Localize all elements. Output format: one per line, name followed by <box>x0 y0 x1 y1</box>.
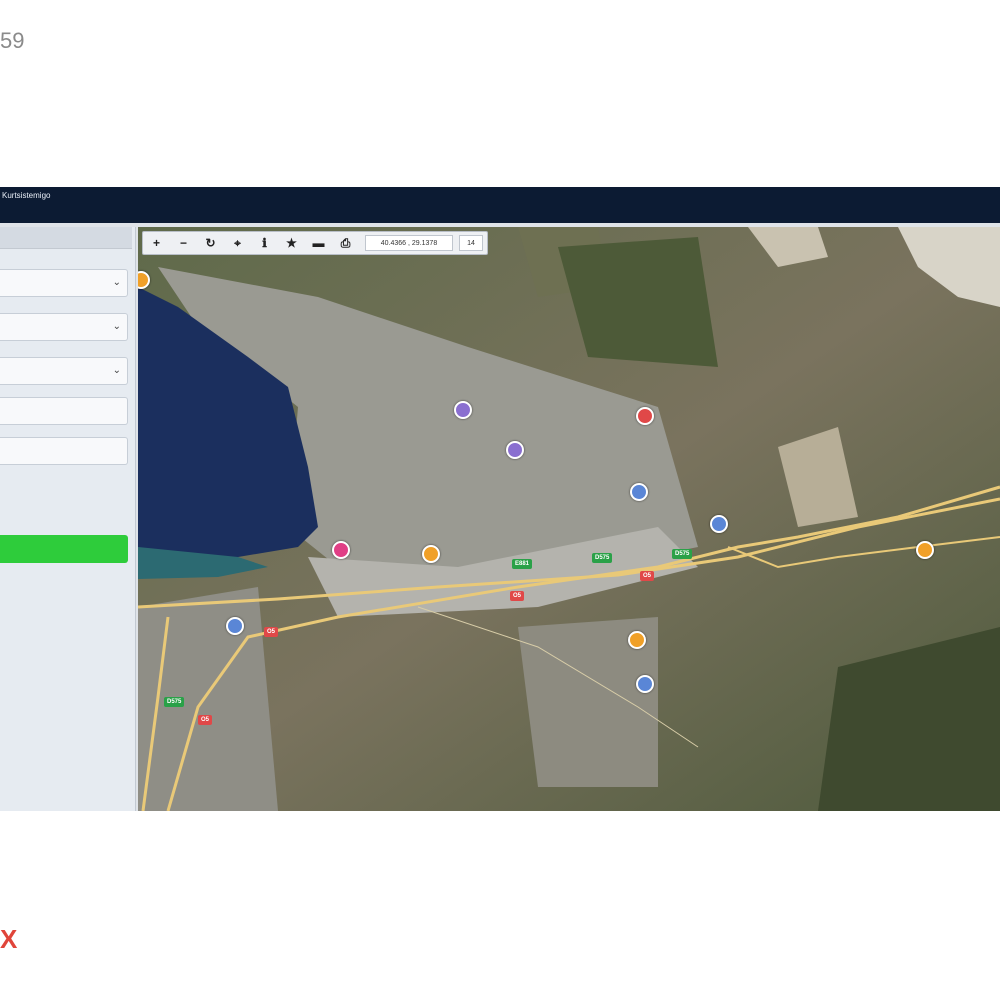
sidebar-header <box>0 227 132 249</box>
road-shield: D575 <box>592 553 613 563</box>
sidebar-select-3[interactable]: ⌄ <box>0 357 128 385</box>
info-icon[interactable]: ℹ <box>251 232 278 254</box>
map-view[interactable]: D575 D575 E881 O5 O5 O5 D575 O5 + − ↻ ⌖ … <box>138 227 1000 811</box>
map-toolbar: + − ↻ ⌖ ℹ ★ ▬ ⎙ 40.4366 , 29.1378 14 <box>142 231 488 255</box>
poi-marker-purple[interactable] <box>454 401 472 419</box>
screenshot-canvas: 59 Kurtsistemigo ⌄ ⌄ ⌄ D575 D575 E881 O5… <box>0 0 1000 1000</box>
road-shield: D575 <box>672 549 693 559</box>
refresh-icon[interactable]: ↻ <box>197 232 224 254</box>
corner-number: 59 <box>0 28 25 53</box>
poi-marker-orange[interactable] <box>916 541 934 559</box>
zoom-out-icon[interactable]: − <box>170 232 197 254</box>
sidebar-select-1[interactable]: ⌄ <box>0 269 128 297</box>
poi-marker-blue[interactable] <box>636 675 654 693</box>
sidebar-input-2[interactable] <box>0 437 128 465</box>
locate-icon[interactable]: ⌖ <box>224 232 251 254</box>
poi-marker-orange[interactable] <box>628 631 646 649</box>
coordinates-display: 40.4366 , 29.1378 <box>365 235 453 251</box>
satellite-map <box>138 227 1000 811</box>
measure-icon[interactable]: ▬ <box>305 232 332 254</box>
road-shield: O5 <box>264 627 279 637</box>
corner-mark: X <box>0 924 18 954</box>
chevron-down-icon: ⌄ <box>112 321 121 332</box>
road-shield: E881 <box>512 559 533 569</box>
poi-marker-blue[interactable] <box>226 617 244 635</box>
app-window: Kurtsistemigo ⌄ ⌄ ⌄ D575 D575 E881 O5 O5… <box>0 187 1000 811</box>
road-shield: O5 <box>510 591 525 601</box>
poi-marker-pink[interactable] <box>332 541 350 559</box>
road-shield: O5 <box>640 571 655 581</box>
submit-button[interactable] <box>0 535 128 563</box>
chevron-down-icon: ⌄ <box>112 277 121 288</box>
road-shield: D575 <box>164 697 185 707</box>
sidebar-input-1[interactable] <box>0 397 128 425</box>
sidebar: ⌄ ⌄ ⌄ <box>0 227 136 811</box>
poi-marker-blue[interactable] <box>630 483 648 501</box>
poi-marker-purple[interactable] <box>506 441 524 459</box>
sidebar-select-2[interactable]: ⌄ <box>0 313 128 341</box>
zoom-in-icon[interactable]: + <box>143 232 170 254</box>
chevron-down-icon: ⌄ <box>112 365 121 376</box>
app-header: Kurtsistemigo <box>0 187 1000 223</box>
poi-marker-orange[interactable] <box>422 545 440 563</box>
star-icon[interactable]: ★ <box>278 232 305 254</box>
print-icon[interactable]: ⎙ <box>332 232 359 254</box>
app-title: Kurtsistemigo <box>2 191 51 200</box>
poi-marker-blue[interactable] <box>710 515 728 533</box>
poi-marker-red[interactable] <box>636 407 654 425</box>
zoom-level-display: 14 <box>459 235 483 251</box>
road-shield: O5 <box>198 715 213 725</box>
